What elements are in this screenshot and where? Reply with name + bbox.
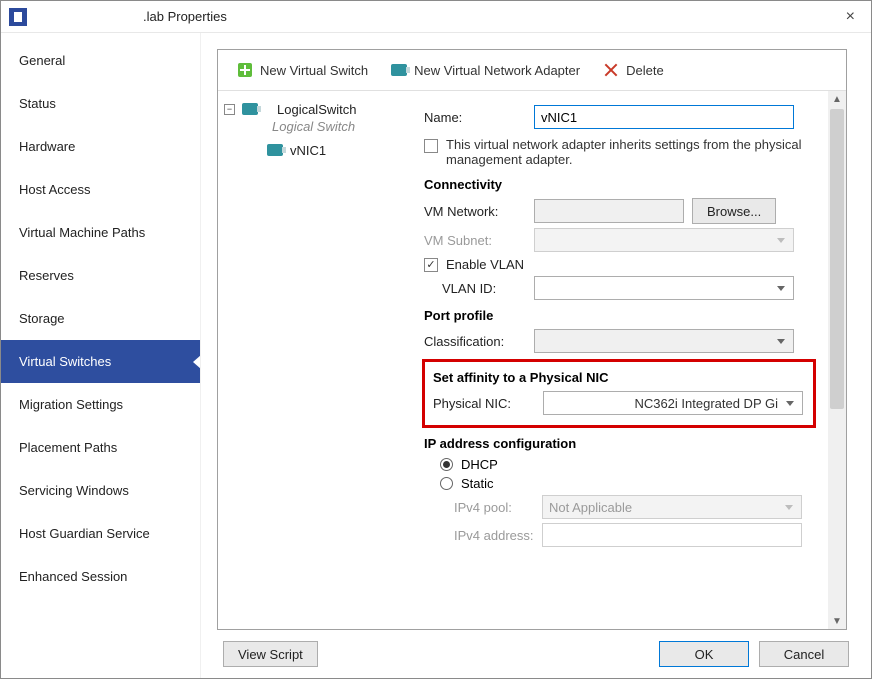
cancel-button[interactable]: Cancel bbox=[759, 641, 849, 667]
tree-child[interactable]: vNIC1 bbox=[266, 134, 412, 158]
adapter-form: ▲ ▼ Name: This virtual network adapter i… bbox=[418, 91, 846, 629]
classification-select[interactable] bbox=[534, 329, 794, 353]
switch-tree: − LogicalSwitch Logical Switch vNIC1 bbox=[218, 91, 418, 629]
nav-reserves[interactable]: Reserves bbox=[1, 254, 200, 297]
ipv4-pool-label: IPv4 pool: bbox=[454, 500, 542, 515]
vm-network-field[interactable] bbox=[534, 199, 684, 223]
ipv4-addr-label: IPv4 address: bbox=[454, 528, 542, 543]
nav-storage[interactable]: Storage bbox=[1, 297, 200, 340]
classification-label: Classification: bbox=[424, 334, 534, 349]
ipv4-pool-select: Not Applicable bbox=[542, 495, 802, 519]
vm-network-label: VM Network: bbox=[424, 204, 534, 219]
affinity-header: Set affinity to a Physical NIC bbox=[433, 370, 805, 385]
physical-nic-value: NC362i Integrated DP Gi bbox=[634, 396, 778, 411]
ip-config-header: IP address configuration bbox=[424, 436, 836, 451]
browse-button[interactable]: Browse... bbox=[692, 198, 776, 224]
ok-button[interactable]: OK bbox=[659, 641, 749, 667]
port-profile-header: Port profile bbox=[424, 308, 836, 323]
vlan-id-label: VLAN ID: bbox=[442, 281, 534, 296]
vm-subnet-select bbox=[534, 228, 794, 252]
panel-content: − LogicalSwitch Logical Switch vNIC1 ▲ bbox=[218, 90, 846, 629]
nav-migration[interactable]: Migration Settings bbox=[1, 383, 200, 426]
dialog-body: General Status Hardware Host Access Virt… bbox=[1, 33, 871, 678]
nic-icon bbox=[266, 142, 284, 158]
nav-enhanced[interactable]: Enhanced Session bbox=[1, 555, 200, 598]
new-adapter-label: New Virtual Network Adapter bbox=[414, 63, 580, 78]
tree-root[interactable]: − LogicalSwitch bbox=[224, 99, 412, 119]
ipv4-pool-value: Not Applicable bbox=[549, 500, 632, 515]
static-radio[interactable] bbox=[440, 477, 453, 490]
view-script-button[interactable]: View Script bbox=[223, 641, 318, 667]
dhcp-radio[interactable] bbox=[440, 458, 453, 471]
nic-icon bbox=[241, 101, 259, 117]
new-adapter-button[interactable]: New Virtual Network Adapter bbox=[382, 58, 588, 82]
nav-general[interactable]: General bbox=[1, 39, 200, 82]
static-label: Static bbox=[461, 476, 494, 491]
nav-placement[interactable]: Placement Paths bbox=[1, 426, 200, 469]
nic-icon bbox=[390, 62, 408, 78]
nav-host-guardian[interactable]: Host Guardian Service bbox=[1, 512, 200, 555]
tree-root-sublabel: Logical Switch bbox=[272, 119, 412, 134]
dhcp-label: DHCP bbox=[461, 457, 498, 472]
new-switch-button[interactable]: New Virtual Switch bbox=[228, 58, 376, 82]
delete-icon bbox=[602, 62, 620, 78]
affinity-highlight: Set affinity to a Physical NIC Physical … bbox=[422, 359, 816, 428]
physical-nic-label: Physical NIC: bbox=[433, 396, 543, 411]
form-scrollbar[interactable]: ▲ ▼ bbox=[828, 91, 846, 629]
properties-dialog: .lab Properties × General Status Hardwar… bbox=[0, 0, 872, 679]
delete-button[interactable]: Delete bbox=[594, 58, 672, 82]
scroll-down-icon[interactable]: ▼ bbox=[829, 613, 845, 629]
dialog-footer: View Script OK Cancel bbox=[201, 630, 871, 678]
plus-icon bbox=[236, 62, 254, 78]
close-icon[interactable]: × bbox=[838, 6, 863, 28]
collapse-icon[interactable]: − bbox=[224, 104, 235, 115]
nav-hardware[interactable]: Hardware bbox=[1, 125, 200, 168]
tree-child-label: vNIC1 bbox=[290, 143, 326, 158]
nav-host-access[interactable]: Host Access bbox=[1, 168, 200, 211]
name-label: Name: bbox=[424, 110, 534, 125]
nav-vm-paths[interactable]: Virtual Machine Paths bbox=[1, 211, 200, 254]
panel-toolbar: New Virtual Switch New Virtual Network A… bbox=[218, 50, 846, 90]
nav-sidebar: General Status Hardware Host Access Virt… bbox=[1, 33, 201, 678]
enable-vlan-checkbox[interactable] bbox=[424, 258, 438, 272]
vlan-id-select[interactable] bbox=[534, 276, 794, 300]
name-input[interactable] bbox=[534, 105, 794, 129]
physical-nic-select[interactable]: NC362i Integrated DP Gi bbox=[543, 391, 803, 415]
ipv4-addr-input bbox=[542, 523, 802, 547]
nav-status[interactable]: Status bbox=[1, 82, 200, 125]
connectivity-header: Connectivity bbox=[424, 177, 836, 192]
vm-subnet-label: VM Subnet: bbox=[424, 233, 534, 248]
app-icon bbox=[9, 8, 27, 26]
scroll-up-icon[interactable]: ▲ bbox=[829, 91, 845, 107]
nav-virtual-switches[interactable]: Virtual Switches bbox=[1, 340, 200, 383]
inherit-label: This virtual network adapter inherits se… bbox=[446, 137, 806, 167]
delete-label: Delete bbox=[626, 63, 664, 78]
switches-panel: New Virtual Switch New Virtual Network A… bbox=[217, 49, 847, 630]
inherit-checkbox[interactable] bbox=[424, 139, 438, 153]
new-switch-label: New Virtual Switch bbox=[260, 63, 368, 78]
title-bar: .lab Properties × bbox=[1, 1, 871, 33]
window-title: .lab Properties bbox=[143, 9, 227, 24]
nav-servicing[interactable]: Servicing Windows bbox=[1, 469, 200, 512]
enable-vlan-label: Enable VLAN bbox=[446, 257, 524, 272]
tree-root-label: LogicalSwitch bbox=[277, 102, 357, 117]
main-pane: New Virtual Switch New Virtual Network A… bbox=[201, 33, 871, 678]
scroll-thumb[interactable] bbox=[830, 109, 844, 409]
